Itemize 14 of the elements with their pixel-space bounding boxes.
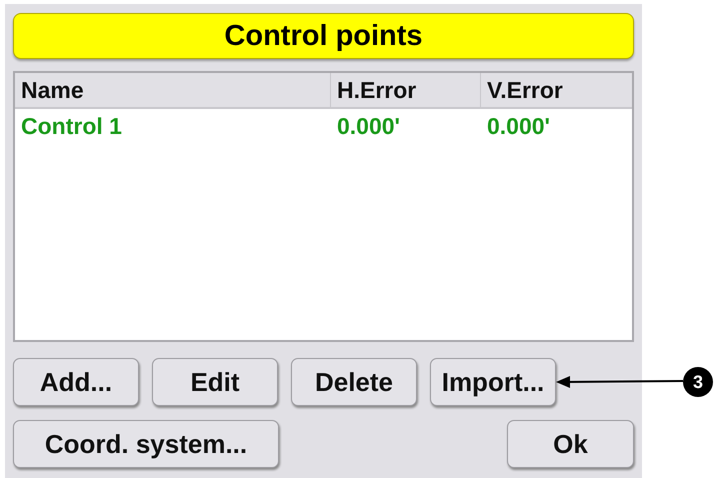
table-cell-text: 0.000' (486, 112, 552, 141)
callout-number: 3 (683, 367, 713, 397)
dialog-button[interactable]: Ok (507, 420, 634, 468)
column-header: V.Error (486, 76, 564, 105)
dialog-title: Control points (13, 13, 634, 59)
column-header: H.Error (331, 73, 481, 107)
dialog-button[interactable]: Delete (291, 358, 417, 406)
dialog-button[interactable]: Import... (430, 358, 556, 406)
dialog-button[interactable]: Edit (152, 358, 278, 406)
dialog-button[interactable]: Coord. system... (13, 420, 279, 468)
column-header: Name (15, 73, 331, 107)
table-cell-text: 0.000' (336, 112, 402, 141)
table-cell-text: Control 1 (20, 112, 123, 141)
dialog-button[interactable]: Add... (13, 358, 139, 406)
